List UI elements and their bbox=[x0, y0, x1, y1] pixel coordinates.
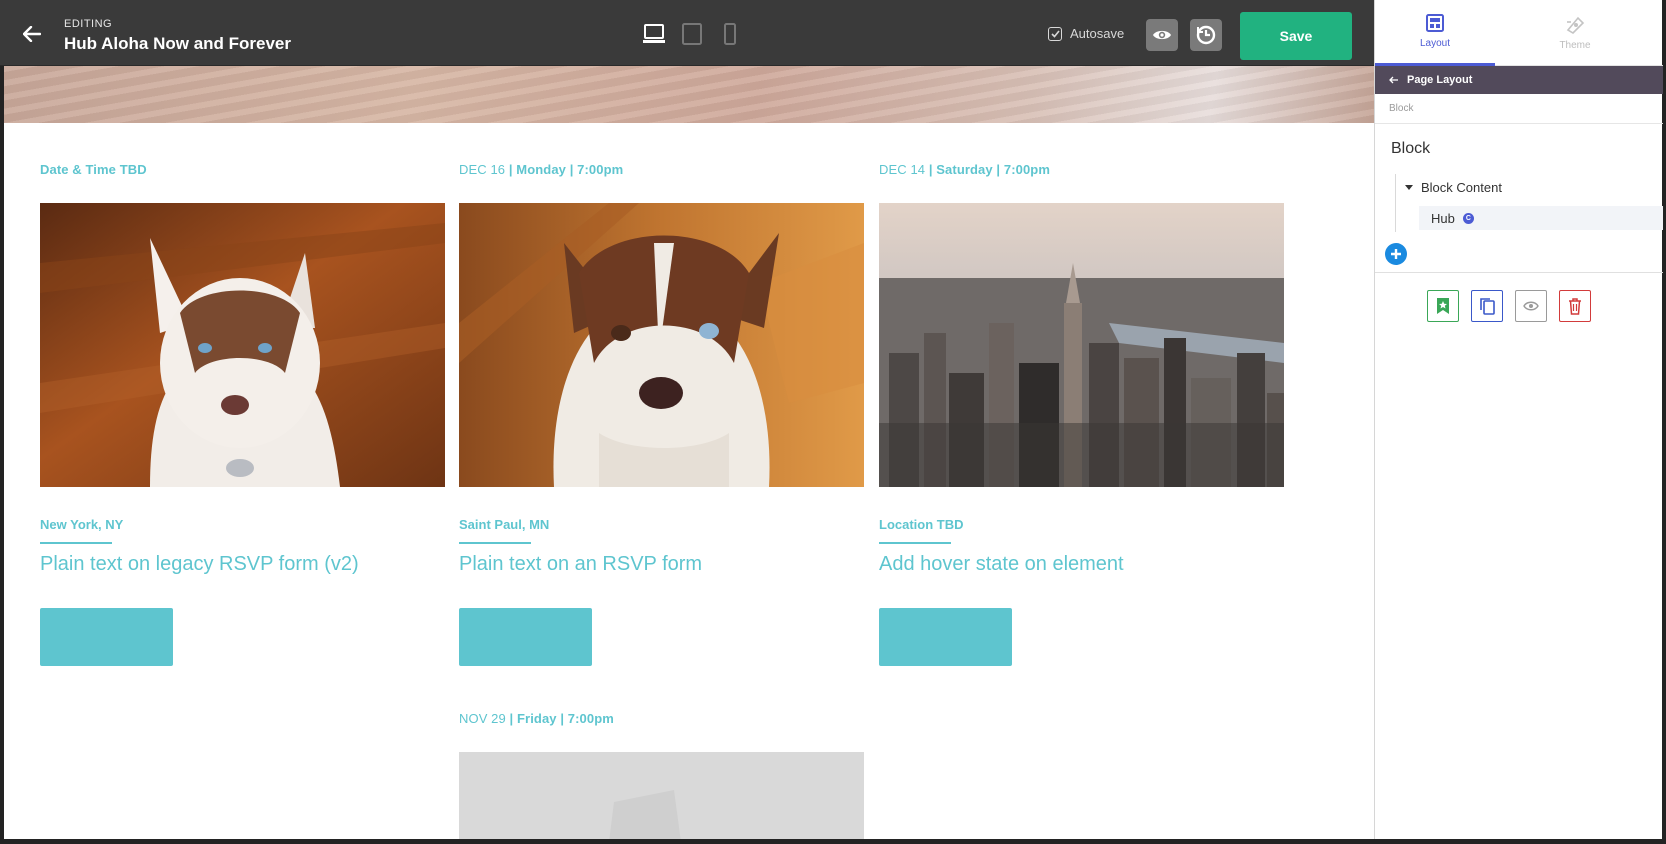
city-skyline-photo bbox=[879, 203, 1284, 487]
event-date-detail: | Monday | 7:00pm bbox=[505, 162, 624, 177]
theme-icon bbox=[1566, 16, 1585, 34]
back-arrow-icon[interactable] bbox=[18, 20, 46, 48]
bookmark-button[interactable] bbox=[1427, 290, 1459, 322]
event-date: NOV 29 | Friday | 7:00pm bbox=[459, 711, 864, 726]
rsvp-button[interactable] bbox=[40, 608, 173, 666]
autosave-label: Autosave bbox=[1070, 26, 1125, 41]
chevron-down-icon bbox=[1405, 184, 1413, 190]
event-date-primary: Date & Time TBD bbox=[40, 162, 147, 177]
event-date: DEC 16 | Monday | 7:00pm bbox=[459, 162, 864, 177]
tab-layout[interactable]: Layout bbox=[1375, 0, 1495, 66]
location-divider bbox=[879, 542, 951, 544]
event-card[interactable]: DEC 16 | Monday | 7:00pm Saint Paul, MN … bbox=[459, 162, 864, 666]
component-badge: C bbox=[1462, 212, 1474, 224]
event-date: Date & Time TBD bbox=[40, 162, 445, 177]
panel-heading: Block bbox=[1391, 140, 1431, 157]
event-date-primary: DEC 14 bbox=[879, 162, 926, 177]
event-title[interactable]: Plain text on an RSVP form bbox=[459, 553, 702, 576]
event-title[interactable]: Add hover state on element bbox=[879, 553, 1124, 576]
autosave-checkbox[interactable] bbox=[1048, 26, 1062, 41]
delete-button[interactable] bbox=[1559, 290, 1591, 322]
husky-dog-photo bbox=[40, 203, 445, 487]
copy-icon bbox=[1480, 298, 1495, 315]
duplicate-button[interactable] bbox=[1471, 290, 1503, 322]
bookmark-star-icon bbox=[1437, 298, 1449, 314]
husky-dog-closeup-photo bbox=[459, 203, 864, 487]
event-location: Saint Paul, MN bbox=[459, 517, 550, 532]
tablet-icon[interactable] bbox=[680, 22, 704, 46]
page-layout-label: Page Layout bbox=[1407, 74, 1473, 86]
layout-icon bbox=[1426, 14, 1444, 32]
hero-banner-image bbox=[4, 66, 1374, 123]
panel-tabs: Layout Theme bbox=[1375, 0, 1663, 66]
preview-eye-icon[interactable] bbox=[1146, 19, 1178, 51]
rsvp-button[interactable] bbox=[459, 608, 592, 666]
plus-icon bbox=[1391, 249, 1401, 259]
tab-layout-label: Layout bbox=[1419, 38, 1451, 49]
panel-divider bbox=[1375, 272, 1663, 273]
save-button[interactable]: Save bbox=[1240, 12, 1352, 60]
event-card[interactable]: Date & Time TBD New York, NY Plain text … bbox=[40, 162, 445, 666]
event-card[interactable]: NOV 29 | Friday | 7:00pm bbox=[459, 711, 864, 839]
tree-item-label: Hub bbox=[1431, 210, 1455, 226]
eye-icon bbox=[1523, 301, 1539, 311]
device-switcher bbox=[642, 22, 742, 46]
event-date-detail: | Friday | 7:00pm bbox=[505, 711, 614, 726]
app-window: EDITING Hub Aloha Now and Forever Autosa… bbox=[0, 0, 1666, 844]
mobile-icon[interactable] bbox=[718, 22, 742, 46]
visibility-button[interactable] bbox=[1515, 290, 1547, 322]
autosave-toggle[interactable]: Autosave bbox=[1048, 26, 1124, 41]
placeholder-image bbox=[459, 752, 864, 839]
editor-topbar: EDITING Hub Aloha Now and Forever Autosa… bbox=[0, 0, 1374, 66]
event-date-primary: NOV 29 bbox=[459, 711, 506, 726]
event-card[interactable]: DEC 14 | Saturday | 7:00pm Location TBD … bbox=[879, 162, 1284, 666]
event-title[interactable]: Plain text on legacy RSVP form (v2) bbox=[40, 553, 359, 576]
page-title: Hub Aloha Now and Forever bbox=[64, 34, 292, 53]
rsvp-button[interactable] bbox=[879, 608, 1012, 666]
desktop-icon[interactable] bbox=[642, 22, 666, 46]
location-divider bbox=[40, 542, 112, 544]
page-canvas: Date & Time TBD New York, NY Plain text … bbox=[4, 66, 1374, 839]
tab-theme-label: Theme bbox=[1559, 39, 1591, 51]
back-arrow-icon bbox=[1389, 76, 1398, 84]
event-location: Location TBD bbox=[879, 517, 964, 532]
block-actions bbox=[1427, 290, 1591, 322]
tree-item-hub[interactable]: Hub C bbox=[1419, 206, 1663, 230]
properties-panel: Layout Theme Page Layout Block Block Blo… bbox=[1374, 0, 1663, 839]
event-date-primary: DEC 16 bbox=[459, 162, 506, 177]
tab-theme[interactable]: Theme bbox=[1495, 0, 1655, 66]
tree-item-label: Block Content bbox=[1421, 180, 1502, 195]
breadcrumb: Block bbox=[1375, 94, 1663, 124]
location-divider bbox=[459, 542, 531, 544]
event-date: DEC 14 | Saturday | 7:00pm bbox=[879, 162, 1284, 177]
event-date-detail: | Saturday | 7:00pm bbox=[925, 162, 1050, 177]
tree-item-block-content[interactable]: Block Content bbox=[1405, 180, 1502, 195]
tree-guide-line bbox=[1395, 174, 1396, 232]
editing-label: EDITING bbox=[64, 18, 113, 30]
add-block-button[interactable] bbox=[1385, 243, 1407, 265]
trash-icon bbox=[1569, 298, 1581, 315]
page-layout-back-button[interactable]: Page Layout bbox=[1375, 66, 1663, 94]
history-icon[interactable] bbox=[1190, 19, 1222, 51]
event-location: New York, NY bbox=[40, 517, 124, 532]
